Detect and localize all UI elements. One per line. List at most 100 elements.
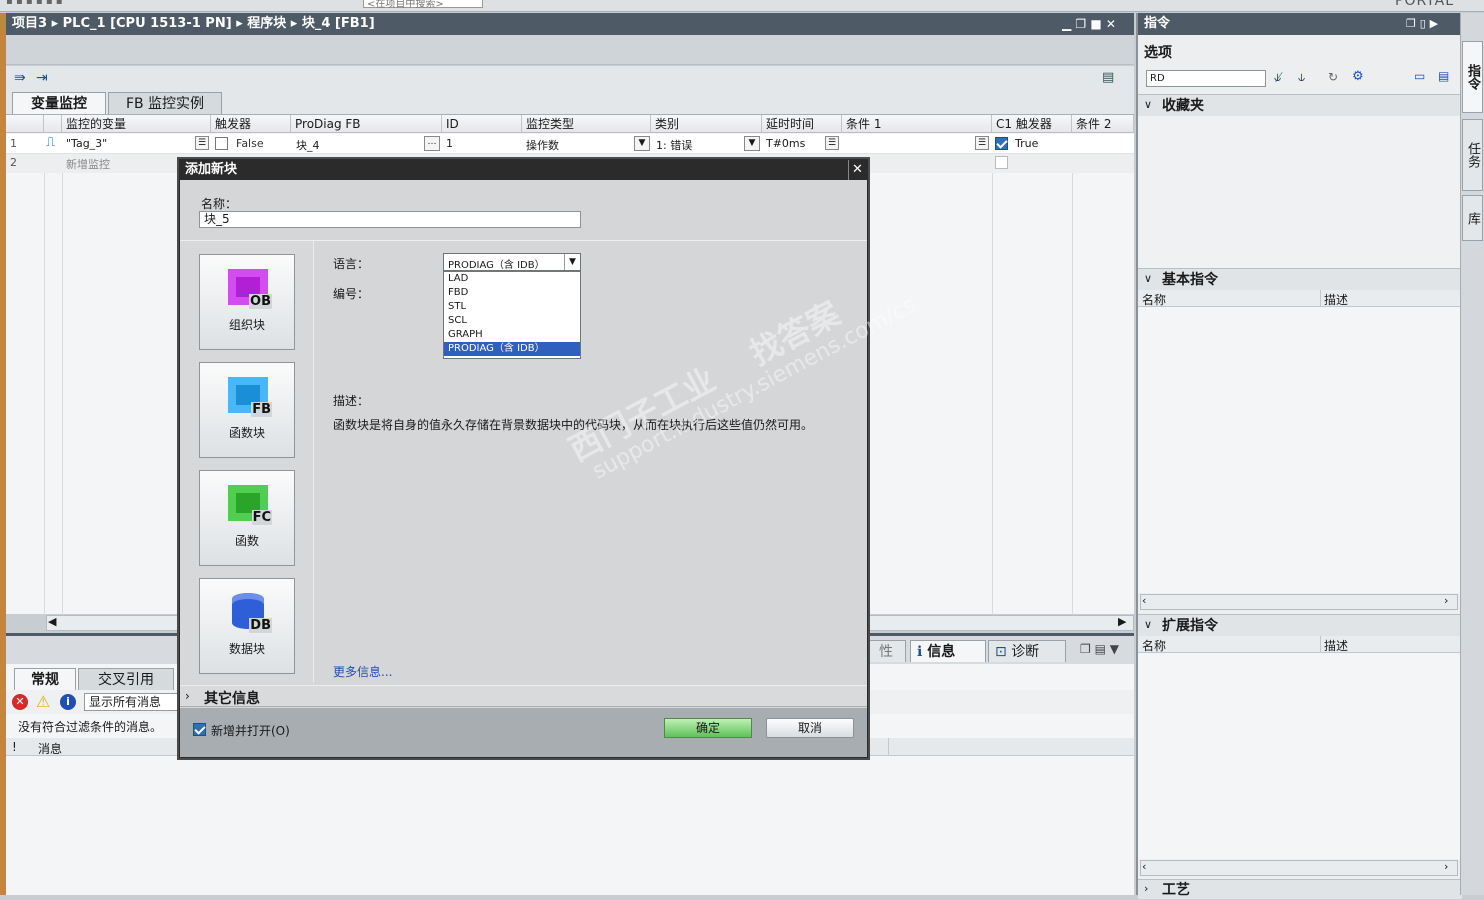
breadcrumb-plc[interactable]: PLC_1 [CPU 1513-1 PN] (63, 16, 232, 31)
add-watch-placeholder[interactable]: 新增监控 (66, 156, 110, 172)
col-delay[interactable]: 延时时间 (762, 115, 842, 133)
more-info-link[interactable]: 更多信息... (333, 663, 392, 680)
breadcrumb-project[interactable]: 项目3 (12, 16, 47, 31)
basic-section[interactable]: ∨ 基本指令 (1138, 268, 1462, 290)
language-option-prodiag[interactable]: PRODIAG（含 IDB） (444, 342, 580, 356)
scroll-right-icon[interactable]: ▶ (1118, 615, 1126, 628)
search-up-icon[interactable]: ⫝ (1298, 70, 1305, 85)
extended-section[interactable]: ∨ 扩展指令 (1138, 614, 1462, 636)
panel-toggle-icon[interactable]: ▤ (1102, 70, 1114, 85)
instruction-search[interactable]: RD (1146, 70, 1266, 87)
list-icon[interactable]: ☰ (195, 136, 209, 150)
language-option-scl[interactable]: SCL (444, 314, 580, 328)
scroll-right-icon[interactable]: › (1444, 860, 1448, 873)
list-icon[interactable]: ☰ (975, 136, 989, 150)
scroll-left-icon[interactable]: ◀ (48, 615, 56, 628)
cancel-button[interactable]: 取消 (766, 718, 854, 738)
block-fc-button[interactable]: FC 函数 (199, 470, 295, 566)
tab-cross-ref[interactable]: 交叉引用 (78, 668, 174, 690)
favorites-section[interactable]: ∨ 收藏夹 (1138, 94, 1462, 116)
chevron-down-icon[interactable]: ▼ (744, 136, 760, 151)
col-cond1[interactable]: 条件 1 (842, 115, 992, 133)
delay-cell[interactable]: T#0ms (766, 137, 805, 150)
insert-row-icon[interactable]: ⇛ (14, 70, 26, 86)
tab-info[interactable]: ℹ 信息 (910, 640, 986, 662)
col-category[interactable]: 类别 (651, 115, 762, 133)
tab-fb-instance[interactable]: FB 监控实例 (108, 92, 222, 114)
panel-controls[interactable]: ❐ ▤ ▼ (1080, 642, 1119, 656)
block-fb-button[interactable]: FB 函数块 (199, 362, 295, 458)
chevron-down-icon[interactable]: ▼ (634, 136, 650, 151)
list-icon[interactable]: ☰ (825, 136, 839, 150)
add-open-checkbox[interactable] (193, 723, 206, 736)
settings-icon[interactable]: ⚙ (1352, 69, 1364, 84)
col-type[interactable]: 监控类型 (522, 115, 651, 133)
language-select[interactable]: PRODIAG（含 IDB） ▼ (443, 253, 581, 271)
close-icon[interactable]: ✕ (848, 160, 866, 180)
side-tab-tasks[interactable]: 任务 (1462, 119, 1483, 191)
tab-general[interactable]: 常规 (14, 668, 76, 690)
breadcrumb-block[interactable]: 块_4 [FB1] (302, 16, 375, 31)
warning-icon[interactable]: ⚠ (36, 692, 50, 711)
minimize-icon[interactable]: ▁ (1062, 17, 1071, 31)
scroll-left-icon[interactable]: ‹ (1142, 594, 1146, 607)
side-tab-instructions[interactable]: 指令 (1462, 41, 1483, 113)
block-ob-button[interactable]: OB 组织块 (199, 254, 295, 350)
block-db-button[interactable]: DB 数据块 (199, 578, 295, 674)
scroll-right-icon[interactable]: › (1444, 594, 1448, 607)
project-search-input[interactable]: <在项目中搜索> (363, 0, 483, 10)
panel-controls[interactable]: ❐ ▯ ▶ (1406, 13, 1438, 35)
tab-watch[interactable]: 变量监控 (12, 92, 106, 114)
other-info-section[interactable]: › 其它信息 (180, 685, 867, 707)
language-option-lad[interactable]: LAD (444, 272, 580, 286)
side-tab-library[interactable]: 库 (1462, 195, 1483, 241)
col-cond2[interactable]: 条件 2 (1072, 115, 1134, 133)
col-prodiag-fb[interactable]: ProDiag FB (291, 115, 442, 133)
col-c1-trigger[interactable]: C1 触发器 (992, 115, 1072, 133)
name-input[interactable]: 块_5 (199, 211, 581, 228)
filter-select[interactable]: 显示所有消息 (84, 693, 184, 711)
close-icon[interactable]: ✕ (1106, 17, 1116, 31)
browse-icon[interactable]: … (424, 136, 440, 151)
type-cell[interactable]: 操作数 (526, 137, 559, 153)
trigger-checkbox[interactable] (215, 137, 228, 150)
chevron-right-icon[interactable]: › (1144, 882, 1148, 895)
tab-diagnostics[interactable]: ⊡ 诊断 (988, 640, 1066, 662)
id-cell[interactable]: 1 (446, 137, 453, 150)
extended-hscrollbar[interactable] (1140, 860, 1458, 876)
variable-cell[interactable]: "Tag_3" (66, 137, 107, 150)
add-row-icon[interactable]: ⇥ (36, 70, 48, 86)
chevron-right-icon[interactable]: › (185, 689, 190, 703)
chevron-down-icon[interactable]: ▼ (564, 254, 580, 270)
chevron-down-icon[interactable]: ∨ (1144, 618, 1152, 631)
maximize-icon[interactable]: ■ (1090, 17, 1101, 31)
list-view-icon[interactable]: ▤ (1438, 69, 1449, 83)
language-option-stl[interactable]: STL (444, 300, 580, 314)
search-down-icon[interactable]: ⫝̸ (1274, 70, 1281, 85)
tab-properties[interactable]: 性 (866, 640, 906, 662)
language-option-graph[interactable]: GRAPH (444, 328, 580, 342)
ok-button[interactable]: 确定 (664, 718, 752, 738)
instructions-title: 指令 (1144, 16, 1171, 31)
col-trigger[interactable]: 触发器 (211, 115, 291, 133)
table-row[interactable]: 1 ⎍ "Tag_3" ☰ False 块_4 … 1 操作数 ▼ 1: 错误 … (6, 134, 1134, 154)
refresh-icon[interactable]: ↻ (1328, 70, 1338, 84)
basic-hscrollbar[interactable] (1140, 594, 1458, 610)
chevron-down-icon[interactable]: ∨ (1144, 98, 1152, 111)
info-filter-icon[interactable]: i (60, 694, 76, 710)
language-option-fbd[interactable]: FBD (444, 286, 580, 300)
error-icon[interactable]: ✕ (12, 694, 28, 710)
restore-icon[interactable]: ❐ (1075, 17, 1086, 31)
col-id[interactable]: ID (442, 115, 522, 133)
scroll-left-icon[interactable]: ‹ (1142, 860, 1146, 873)
category-cell[interactable]: 1: 错误 (656, 137, 692, 153)
col-variable[interactable]: 监控的变量 (62, 115, 211, 133)
view-icon[interactable]: ▭ (1414, 69, 1425, 83)
chevron-down-icon[interactable]: ∨ (1144, 272, 1152, 285)
add-open-label[interactable]: 新增并打开(O) (211, 722, 290, 739)
breadcrumb-blocks[interactable]: 程序块 (247, 16, 286, 31)
c1-trigger-checkbox-empty[interactable] (995, 156, 1008, 169)
c1-trigger-checkbox[interactable] (995, 137, 1008, 150)
technology-section[interactable]: › 工艺 (1138, 879, 1462, 899)
prodiag-fb-cell[interactable]: 块_4 (296, 137, 320, 153)
